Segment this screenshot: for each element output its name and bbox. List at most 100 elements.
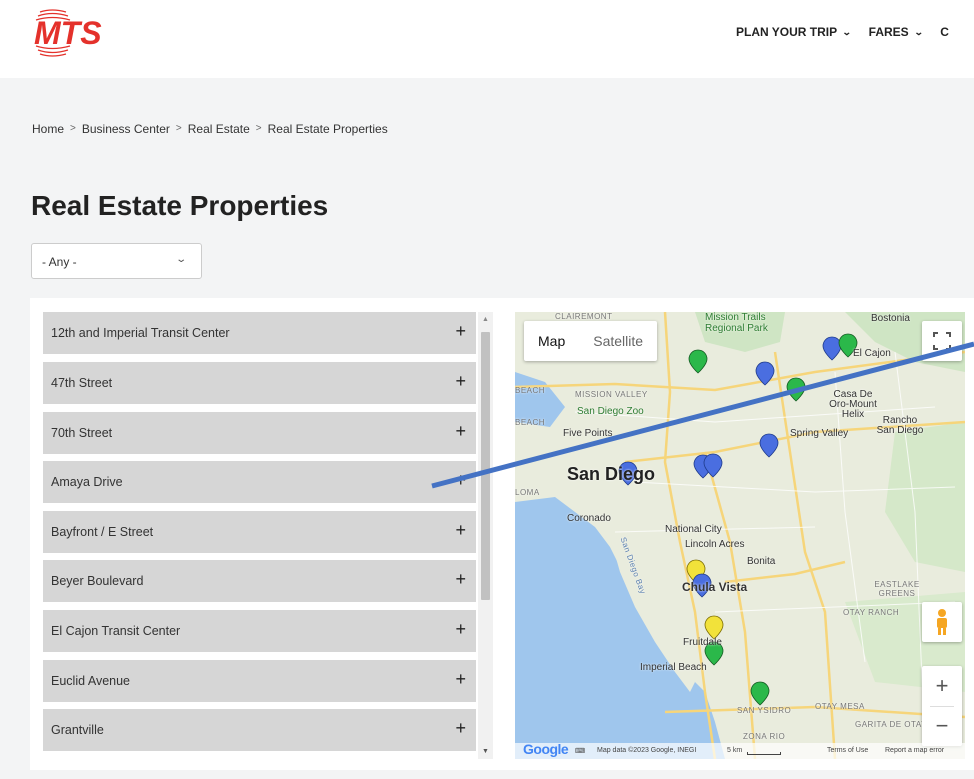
expand-icon[interactable]: + — [455, 669, 466, 690]
terms-link[interactable]: Terms of Use — [827, 747, 868, 754]
property-map[interactable]: CLAIREMONT Mission Trails Regional Park … — [515, 312, 965, 759]
expand-icon[interactable]: + — [455, 718, 466, 739]
nav-label: FARES — [868, 25, 909, 39]
report-error-link[interactable]: Report a map error — [885, 747, 944, 754]
list-item[interactable]: Beyer Boulevard + — [43, 560, 476, 602]
map-label: Rancho San Diego — [876, 415, 924, 436]
breadcrumb-current: Real Estate Properties — [267, 122, 388, 136]
map-label: Bonita — [747, 556, 776, 567]
breadcrumb-separator: > — [70, 123, 76, 134]
scale-bar — [747, 752, 781, 755]
fullscreen-button[interactable] — [922, 321, 962, 361]
pegman-icon — [937, 609, 947, 635]
expand-icon[interactable]: + — [455, 520, 466, 541]
nav-label: C — [940, 25, 949, 39]
select-value: - Any - — [42, 255, 77, 269]
zoom-control: + − — [922, 666, 962, 746]
map-type-control: Map Satellite — [524, 321, 658, 361]
zoom-out-button[interactable]: − — [922, 706, 962, 746]
expand-icon[interactable]: + — [455, 321, 466, 342]
list-item[interactable]: El Cajon Transit Center + — [43, 610, 476, 652]
nav-label: PLAN YOUR TRIP — [736, 25, 838, 39]
property-name: El Cajon Transit Center — [51, 624, 181, 638]
map-label: Spring Valley — [790, 428, 849, 439]
map-data-attribution: Map data ©2023 Google, INEGI — [597, 747, 697, 754]
property-name: Grantville — [51, 723, 104, 737]
map-label: MISSION VALLEY — [575, 390, 648, 399]
breadcrumb-business-center[interactable]: Business Center — [82, 122, 170, 136]
main-nav: PLAN YOUR TRIP ⌄ FARES ⌄ C — [736, 25, 949, 39]
property-filter-select[interactable]: - Any - ⌄ — [31, 243, 202, 279]
map-label: OTAY RANCH — [843, 608, 900, 617]
map-label: ZONA RIO — [743, 732, 786, 741]
map-label: National City — [665, 524, 722, 535]
zoom-in-button[interactable]: + — [922, 666, 962, 706]
mts-logo[interactable]: MTS — [30, 6, 142, 58]
map-label: Fruitdale — [683, 637, 722, 648]
breadcrumb-home[interactable]: Home — [32, 122, 64, 136]
map-label: LOMA — [515, 488, 540, 497]
nav-fares[interactable]: FARES ⌄ — [868, 25, 924, 39]
nav-more[interactable]: C — [940, 25, 949, 39]
breadcrumb: Home > Business Center > Real Estate > R… — [32, 122, 388, 136]
expand-icon[interactable]: + — [455, 619, 466, 640]
satellite-view-button[interactable]: Satellite — [579, 321, 657, 361]
expand-icon[interactable]: + — [455, 569, 466, 590]
list-item[interactable]: Bayfront / E Street + — [43, 511, 476, 553]
list-item[interactable]: Euclid Avenue + — [43, 660, 476, 702]
map-label: Bostonia — [871, 313, 910, 324]
breadcrumb-real-estate[interactable]: Real Estate — [188, 122, 250, 136]
map-label: GARITA DE OTAY — [855, 720, 927, 729]
list-item[interactable]: 47th Street + — [43, 362, 476, 404]
list-item[interactable]: Grantville + — [43, 709, 476, 751]
map-scale[interactable]: 5 km — [727, 747, 742, 754]
site-header: MTS PLAN YOUR TRIP ⌄ FARES ⌄ C — [0, 0, 974, 78]
logo-text: MTS — [34, 15, 102, 51]
expand-icon[interactable]: + — [455, 421, 466, 442]
property-name: 70th Street — [51, 426, 113, 440]
map-label: CLAIREMONT — [555, 312, 613, 321]
map-view-button[interactable]: Map — [524, 321, 579, 361]
map-label: SAN YSIDRO — [737, 706, 792, 715]
map-label: OTAY MESA — [815, 702, 865, 711]
property-name: Beyer Boulevard — [51, 574, 144, 588]
list-scrollbar[interactable]: ▲ ▼ — [478, 312, 493, 759]
nav-plan-your-trip[interactable]: PLAN YOUR TRIP ⌄ — [736, 25, 852, 39]
map-label: Coronado — [567, 513, 611, 524]
map-label: Five Points — [563, 428, 613, 439]
map-label: San Diego — [567, 464, 656, 484]
property-name: 12th and Imperial Transit Center — [51, 326, 230, 340]
property-name: Amaya Drive — [51, 475, 123, 489]
chevron-down-icon: ⌄ — [174, 254, 187, 265]
fullscreen-icon — [933, 332, 951, 350]
map-label: El Cajon — [853, 348, 891, 359]
scroll-down-icon[interactable]: ▼ — [482, 748, 489, 755]
chevron-down-icon: ⌄ — [913, 26, 924, 37]
map-label: San Diego Zoo — [577, 406, 644, 417]
google-logo[interactable]: Google — [523, 741, 569, 757]
map-label: EASTLAKE GREENS — [874, 580, 920, 598]
list-item[interactable]: 70th Street + — [43, 412, 476, 454]
page-title: Real Estate Properties — [31, 190, 329, 221]
expand-icon[interactable]: + — [455, 371, 466, 392]
list-item[interactable]: Amaya Drive + — [43, 461, 476, 503]
map-label: BEACH — [515, 386, 546, 395]
map-footer: Google ⌨ Map data ©2023 Google, INEGI 5 … — [515, 741, 965, 759]
map-label: Mission Trails Regional Park — [705, 312, 768, 334]
list-item[interactable]: 12th and Imperial Transit Center + — [43, 312, 476, 354]
breadcrumb-separator: > — [255, 123, 262, 134]
scroll-up-icon[interactable]: ▲ — [482, 316, 489, 323]
breadcrumb-separator: > — [175, 123, 182, 134]
property-name: 47th Street — [51, 376, 113, 390]
map-label: BEACH — [515, 418, 546, 427]
expand-icon[interactable]: + — [455, 470, 466, 491]
map-label: Chula Vista — [682, 580, 748, 594]
property-list: 12th and Imperial Transit Center + 47th … — [43, 312, 493, 759]
map-tiles — [515, 312, 965, 759]
scrollbar-thumb[interactable] — [481, 332, 490, 600]
keyboard-icon[interactable]: ⌨ — [575, 747, 585, 755]
property-name: Bayfront / E Street — [51, 525, 154, 539]
map-label: Lincoln Acres — [685, 539, 745, 550]
chevron-down-icon: ⌄ — [841, 26, 852, 37]
street-view-button[interactable] — [922, 602, 962, 642]
